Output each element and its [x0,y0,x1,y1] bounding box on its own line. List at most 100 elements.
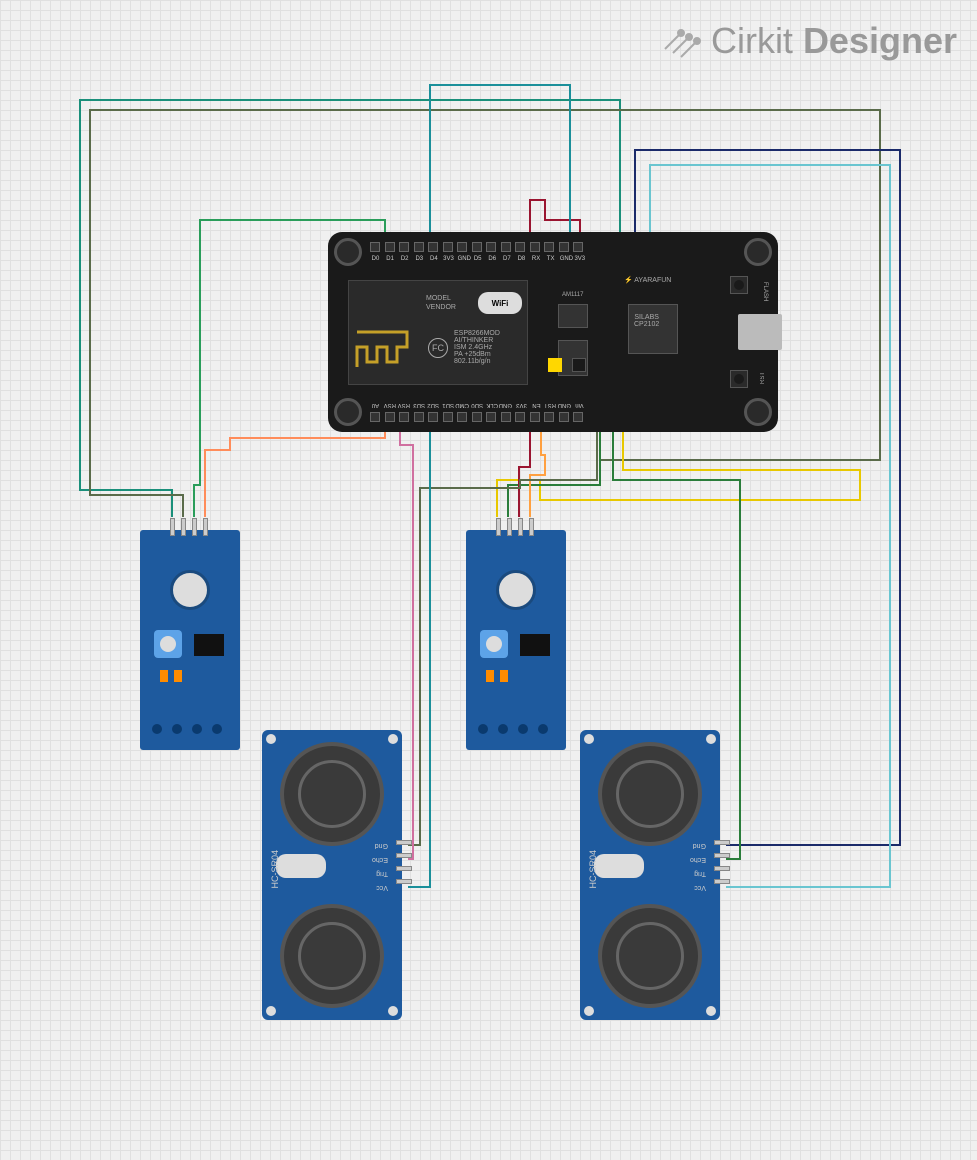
pin[interactable] [181,518,186,536]
pin[interactable] [385,242,395,252]
sound-sensor-1[interactable] [140,530,240,750]
top-pin-row [370,242,583,252]
pin-label: D0 [370,256,381,262]
pin[interactable] [529,518,534,536]
cirkit-icon [661,21,701,61]
pin[interactable] [515,242,525,252]
pin[interactable] [396,866,412,871]
microphone-icon [170,570,210,610]
corner-pad-icon [706,1006,716,1016]
ic-chip-icon [194,634,224,656]
pin[interactable] [518,518,523,536]
flash-button[interactable] [730,276,748,294]
corner-pad-icon [584,734,594,744]
pin-label: A0 [370,402,381,408]
hcsr04-ultrasonic-2[interactable]: HC-SR04 GndEchoTrigVcc [580,730,720,1020]
mount-hole-icon [334,398,362,426]
pin[interactable] [396,840,412,845]
pin[interactable] [457,242,467,252]
pin[interactable] [414,412,424,422]
pin-label: Vcc [690,882,706,891]
pin[interactable] [544,412,554,422]
pin[interactable] [370,412,380,422]
pin-label: D1 [385,256,396,262]
indicator-leds [486,670,508,682]
pin[interactable] [396,853,412,858]
pin[interactable] [530,242,540,252]
hcsr04-ultrasonic-1[interactable]: HC-SR04 GndEchoTrigVcc [262,730,402,1020]
fcc-icon: FC [428,338,448,358]
pin[interactable] [501,412,511,422]
shield-vendor-text: MODEL VENDOR [426,294,456,312]
crystal-icon [594,854,644,878]
pin-label: SD1 [443,402,454,408]
reset-button[interactable] [730,370,748,388]
pin-label: D4 [428,256,439,262]
pin-label: Echo [690,854,706,863]
pin[interactable] [573,412,583,422]
pin[interactable] [714,866,730,871]
pin-label: Gnd [690,840,706,849]
pin[interactable] [486,242,496,252]
pin[interactable] [507,518,512,536]
pin[interactable] [399,242,409,252]
corner-pad-icon [388,734,398,744]
sound-sensor-2[interactable] [466,530,566,750]
nodemcu-esp8266[interactable]: D0D1D2D3D43V3GNDD5D6D7D8RXTXGND3V3 A0RSV… [328,232,778,432]
pin[interactable] [370,242,380,252]
bottom-pin-labels: A0RSVRSVSD3SD2SD1CMDSD0CLKGND3V3ENRSTGND… [370,402,585,408]
pin-label: GND [560,256,571,262]
indicator-leds [160,670,182,682]
pin-label: SD2 [428,402,439,408]
pin[interactable] [170,518,175,536]
potentiometer-icon [480,630,508,658]
pin[interactable] [714,840,730,845]
watermark-brand-bold: Designer [803,20,957,62]
ic-chip-icon [520,634,550,656]
pin-label: Trig [690,868,706,877]
regulator-label: AM1117 [562,292,583,298]
wifi-logo-icon: WiFi [478,292,522,314]
sensor-pins [496,518,534,536]
pin[interactable] [203,518,208,536]
pin[interactable] [530,412,540,422]
mount-hole-icon [334,238,362,266]
pin[interactable] [559,242,569,252]
hcsr04-label: HC-SR04 [270,850,280,889]
pin-label: CLK [487,402,498,408]
pin-label: RSV [399,402,410,408]
pin[interactable] [515,412,525,422]
sensor-pins [170,518,208,536]
corner-pad-icon [584,1006,594,1016]
pin[interactable] [472,412,482,422]
pin[interactable] [192,518,197,536]
pin[interactable] [714,879,730,884]
pin[interactable] [714,853,730,858]
pin[interactable] [457,412,467,422]
pin[interactable] [472,242,482,252]
pin[interactable] [443,412,453,422]
pin[interactable] [573,242,583,252]
pin-label: 3V3 [574,256,585,262]
pin[interactable] [399,412,409,422]
pin[interactable] [428,242,438,252]
pin[interactable] [501,242,511,252]
antenna-icon [352,322,412,372]
pin[interactable] [414,242,424,252]
hcsr04-pin-labels: Gnd Echo Trig Vcc [690,840,706,891]
pin[interactable] [428,412,438,422]
pin-label: EN [531,402,542,408]
pin[interactable] [559,412,569,422]
pin[interactable] [486,412,496,422]
regulator-chip [558,304,588,328]
corner-pad-icon [266,734,276,744]
pin[interactable] [443,242,453,252]
pin[interactable] [496,518,501,536]
pin[interactable] [396,879,412,884]
pin-label: Vcc [372,882,388,891]
pin[interactable] [544,242,554,252]
hcsr04-pins [714,840,730,884]
pin[interactable] [385,412,395,422]
pin-label: SD3 [414,402,425,408]
watermark-brand-light: Cirkit [711,20,793,62]
